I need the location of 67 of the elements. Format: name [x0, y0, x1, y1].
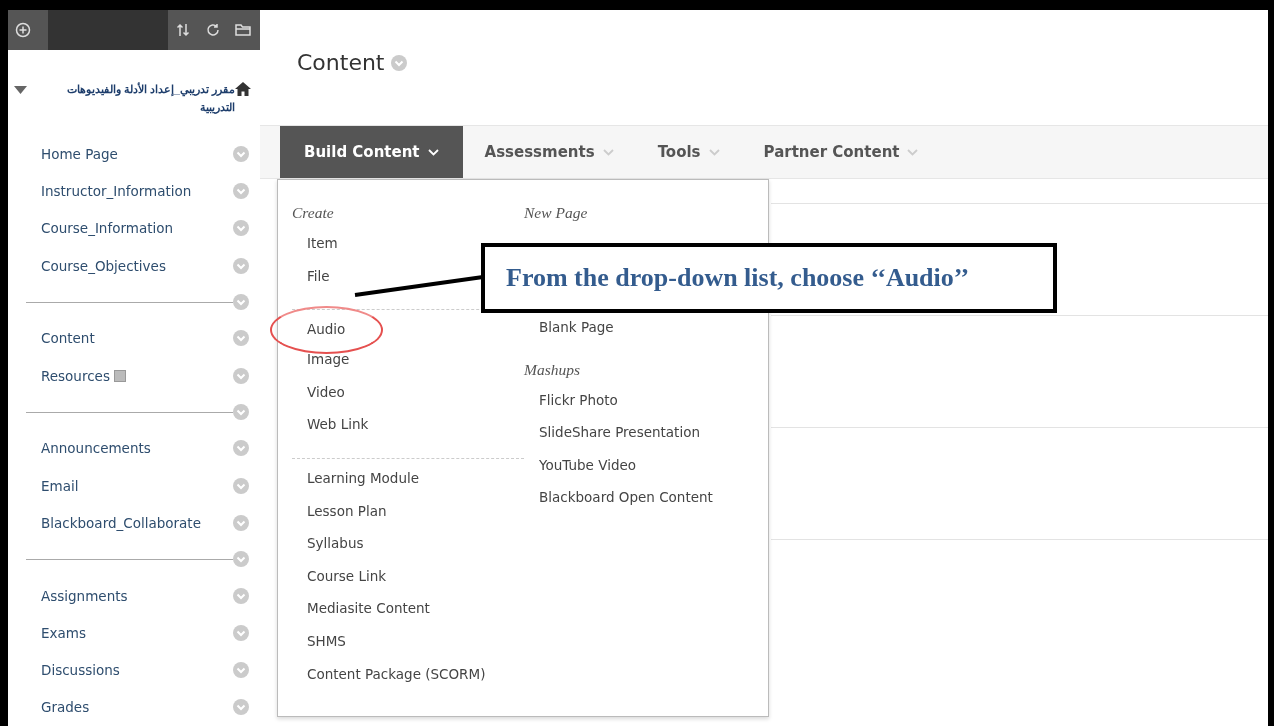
chevron-circle-icon[interactable] — [233, 477, 249, 494]
sidebar-item[interactable]: Home Page — [41, 146, 118, 162]
chevron-circle-icon[interactable] — [233, 624, 249, 641]
menu-heading: Create — [292, 204, 335, 222]
instruction-callout: From the drop-down list, choose ‘‘Audio’’ — [481, 243, 1057, 313]
menu-item[interactable]: Web Link — [292, 415, 369, 448]
sidebar-item[interactable]: Course_Objectives — [41, 257, 166, 274]
chevron-circle-icon[interactable] — [233, 367, 249, 384]
sidebar-item[interactable]: Exams — [41, 624, 86, 641]
menu-item[interactable]: Blank Page — [524, 318, 614, 336]
divider-chevron-icon[interactable] — [233, 404, 249, 421]
menu-item[interactable]: Lesson Plan — [292, 501, 387, 535]
menu-item[interactable]: Video — [292, 382, 345, 416]
chevron-circle-icon[interactable] — [233, 662, 249, 679]
menu-item[interactable]: YouTube Video — [524, 455, 636, 474]
sort-arrows-icon[interactable] — [175, 22, 191, 38]
sidebar-item[interactable]: Course_Information — [41, 220, 174, 237]
menu-item[interactable]: Item — [292, 234, 338, 267]
menu-tab[interactable]: Assessments — [462, 126, 636, 178]
sidebar-item[interactable]: Resources — [41, 367, 126, 384]
circled-menu-item[interactable]: Audio — [270, 306, 384, 355]
chevron-circle-icon[interactable] — [233, 514, 249, 531]
menu-heading: New Page — [524, 204, 589, 222]
menu-tab[interactable]: Build Content — [280, 126, 463, 178]
menu-heading: Mashups — [524, 360, 581, 379]
divider-chevron-icon[interactable] — [233, 294, 249, 311]
sidebar-item[interactable]: Assignments — [41, 587, 128, 604]
menu-item[interactable]: File — [292, 266, 330, 300]
chevron-circle-icon[interactable] — [233, 257, 249, 274]
menu-item[interactable]: Blackboard Open Content — [524, 488, 713, 507]
menu-item[interactable]: Course Link — [292, 566, 387, 600]
chevron-circle-icon[interactable] — [233, 330, 249, 347]
sidebar-item[interactable]: Email — [41, 477, 79, 494]
chevron-circle-icon[interactable] — [233, 699, 249, 716]
home-icon[interactable] — [235, 82, 251, 96]
chevron-circle-icon[interactable] — [233, 146, 249, 162]
sidebar-item[interactable]: Grades — [41, 699, 90, 716]
options-chevron-icon[interactable] — [390, 54, 407, 71]
sidebar-item[interactable]: Blackboard_Collaborate — [41, 514, 201, 531]
chevron-circle-icon[interactable] — [233, 220, 249, 237]
menu-item[interactable]: Content Package (SCORM) — [292, 664, 486, 698]
caret-icon — [602, 148, 614, 156]
menu-tab[interactable]: Partner Content — [741, 126, 941, 178]
menu-item[interactable]: SHMS — [292, 631, 346, 665]
menu-item[interactable]: Learning Module — [292, 468, 419, 502]
caret-icon — [708, 148, 720, 156]
caret-icon — [427, 148, 439, 156]
menu-item[interactable]: Syllabus — [292, 534, 364, 567]
sidebar-item[interactable]: Instructor_Information — [41, 183, 192, 200]
divider-chevron-icon[interactable] — [233, 551, 249, 568]
chevron-circle-icon[interactable] — [233, 440, 249, 457]
refresh-icon[interactable] — [205, 22, 221, 38]
sidebar-item[interactable]: Content — [41, 330, 95, 347]
add-icon[interactable] — [15, 22, 31, 38]
folder-icon[interactable] — [234, 22, 252, 38]
course-title[interactable]: مقرر تدريبي_إعداد الأدلة والفيديوهات التدريبية — [39, 80, 235, 116]
caret-icon — [907, 148, 919, 156]
menu-item[interactable]: Flickr Photo — [524, 390, 618, 409]
page-title: Content — [297, 50, 385, 75]
chevron-circle-icon[interactable] — [233, 183, 249, 200]
menu-item[interactable]: Mediasite Content — [292, 599, 430, 632]
sidebar-item[interactable]: Discussions — [41, 662, 120, 679]
menu-item[interactable]: SlideShare Presentation — [524, 423, 700, 442]
sidebar-item[interactable]: Announcements — [41, 440, 151, 457]
chevron-circle-icon[interactable] — [233, 587, 249, 604]
collapse-triangle-icon[interactable] — [14, 86, 27, 94]
menu-tab[interactable]: Tools — [635, 126, 742, 178]
